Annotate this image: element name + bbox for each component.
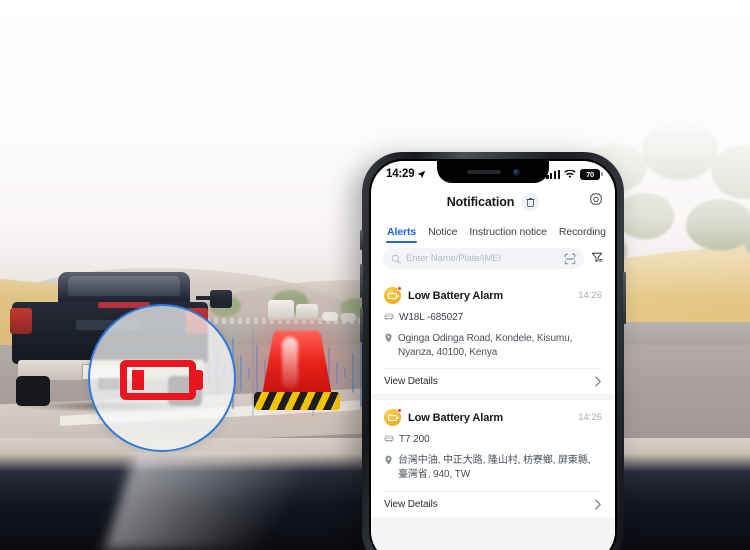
view-details-row[interactable]: View Details <box>384 492 602 517</box>
page-title: Notification <box>446 195 515 209</box>
search-icon <box>391 254 401 264</box>
cellular-signal-icon <box>546 169 560 179</box>
alert-title: Low Battery Alarm <box>408 289 504 302</box>
car-icon <box>384 436 394 443</box>
alert-address: Oginga Odinga Road, Kondele, Kisumu, Nya… <box>398 332 573 358</box>
tab-instruction-notice[interactable]: Instruction notice <box>463 226 553 243</box>
beacon-highlight <box>282 337 298 389</box>
truck-wheel-left <box>16 376 50 406</box>
wifi-icon <box>564 169 576 178</box>
filter-button[interactable] <box>591 250 603 268</box>
unread-badge <box>397 286 402 291</box>
alert-address: 台灣中油, 中正大路, 隆山村, 枋寮鄉, 屏東縣, 臺灣省, 940, TW <box>398 455 591 480</box>
battery-level-bar <box>132 370 144 390</box>
view-details-row[interactable]: View Details <box>384 369 602 394</box>
settings-button[interactable] <box>589 193 603 212</box>
low-battery-alert-icon <box>384 408 402 427</box>
volume-down-button[interactable] <box>360 308 363 342</box>
status-bar: 14:29 70 <box>371 161 615 187</box>
vehicle-plate: W18L -685027 <box>399 312 464 323</box>
app-header: Notification <box>371 187 615 217</box>
power-button[interactable] <box>623 272 626 324</box>
beacon-striped-base <box>254 392 340 410</box>
location-arrow-icon <box>418 170 426 178</box>
alert-time: 14:26 <box>578 290 602 301</box>
search-placeholder: Enter Name/Plate/IMEI <box>406 253 502 264</box>
alert-card-header: Low Battery Alarm 14:26 <box>384 408 602 427</box>
warning-beacon-light <box>230 318 364 428</box>
view-details-label: View Details <box>384 498 438 510</box>
chevron-right-icon <box>595 499 601 510</box>
battery-terminal <box>195 370 203 390</box>
tab-recording[interactable]: Recording <box>553 226 612 243</box>
notification-tabs: Alerts Notice Instruction notice Recordi… <box>371 217 615 243</box>
battery-cap <box>600 172 603 176</box>
smartphone-mockup: 14:29 70 Notification Alerts Notice Inst… <box>360 152 626 550</box>
magnifier-lens <box>88 304 236 452</box>
vehicle-row: T7 200 <box>384 433 602 447</box>
search-input[interactable]: Enter Name/Plate/IMEI <box>383 248 584 269</box>
filter-icon <box>591 252 603 262</box>
address-row: 台灣中油, 中正大路, 隆山村, 枋寮鄉, 屏東縣, 臺灣省, 940, TW <box>384 454 602 482</box>
trash-icon <box>526 197 535 207</box>
status-time: 14:29 <box>386 168 415 180</box>
tab-notice[interactable]: Notice <box>422 226 463 243</box>
alert-card[interactable]: Low Battery Alarm 14:26 W18L -685027 Ogi… <box>371 278 615 395</box>
scan-icon[interactable] <box>564 253 576 265</box>
distant-truck-1 <box>268 300 294 320</box>
truck-taillight-left <box>10 308 32 334</box>
truck-rear-window <box>68 276 180 296</box>
alert-card-header: Low Battery Alarm 14:26 <box>384 286 602 304</box>
unread-badge <box>397 408 402 414</box>
battery-icon: 70 <box>580 168 603 180</box>
alert-card[interactable]: Low Battery Alarm 14:26 T7 200 台灣中油, 中正大… <box>371 400 615 517</box>
mute-switch[interactable] <box>360 230 363 250</box>
alert-title: Low Battery Alarm <box>408 411 504 424</box>
chevron-right-icon <box>595 376 601 387</box>
map-pin-icon <box>385 333 392 343</box>
search-row: Enter Name/Plate/IMEI <box>371 243 615 276</box>
phone-screen: 14:29 70 Notification Alerts Notice Inst… <box>371 161 615 550</box>
windshield-glare <box>104 452 396 550</box>
map-pin-icon <box>385 455 392 465</box>
volume-up-button[interactable] <box>360 264 363 298</box>
battery-level-text: 70 <box>586 169 594 179</box>
status-indicators: 70 <box>546 168 603 180</box>
low-battery-alert-icon <box>384 286 402 304</box>
phone-bezel: 14:29 70 Notification Alerts Notice Inst… <box>369 159 617 550</box>
view-details-label: View Details <box>384 376 438 388</box>
truck-side-mirror <box>210 290 232 308</box>
alert-list[interactable]: Low Battery Alarm 14:26 W18L -685027 Ogi… <box>371 278 615 550</box>
alert-time: 14:26 <box>578 412 602 424</box>
status-time-group: 14:29 <box>386 168 426 180</box>
address-row: Oginga Odinga Road, Kondele, Kisumu, Nya… <box>384 332 602 360</box>
delete-notifications-button[interactable] <box>521 193 540 211</box>
tab-alerts[interactable]: Alerts <box>381 226 422 243</box>
vehicle-plate: T7 200 <box>399 434 430 446</box>
car-icon <box>384 313 394 320</box>
vehicle-row: W18L -685027 <box>384 311 602 325</box>
gear-icon <box>590 193 602 205</box>
